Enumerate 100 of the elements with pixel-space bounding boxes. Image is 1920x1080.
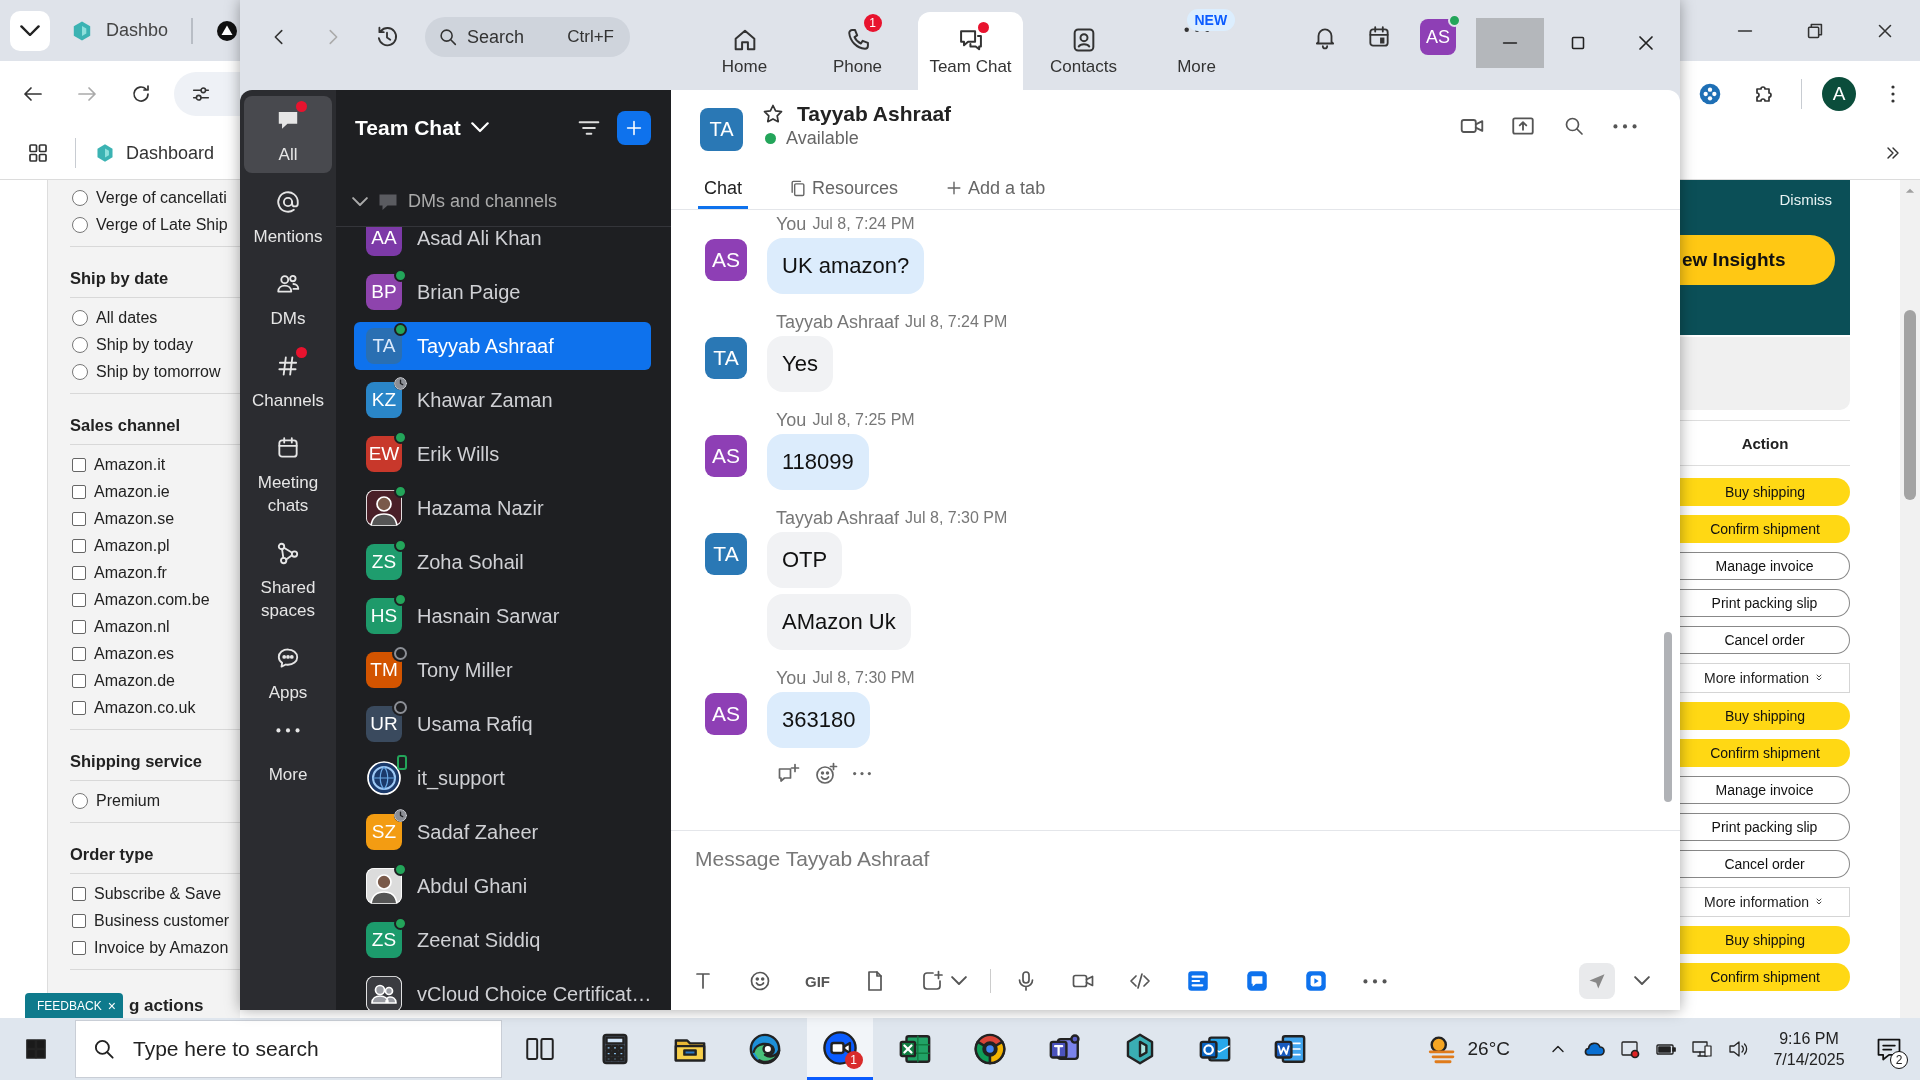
contact-item[interactable]: ZS Zeenat Siddiq [354, 916, 651, 964]
contact-item[interactable]: it_support [354, 754, 651, 802]
checkbox[interactable] [72, 538, 86, 553]
rail-item[interactable]: Channels [244, 342, 332, 419]
action-button[interactable]: Print packing slip [1680, 589, 1850, 617]
contact-item[interactable]: ZS Zoha Sohail [354, 538, 651, 586]
action-button[interactable]: Manage invoice [1680, 776, 1850, 804]
radio-button[interactable] [72, 309, 88, 326]
start-icon[interactable] [24, 1037, 48, 1061]
temperature[interactable]: 26°C [1467, 1038, 1510, 1060]
checkbox[interactable] [72, 592, 86, 607]
contact-item[interactable]: UR Usama Rafiq [354, 700, 651, 748]
contact-item[interactable]: vCloud Choice Certificat… [354, 970, 651, 1010]
more-icon[interactable] [1362, 977, 1388, 985]
nav-tab[interactable]: Home [692, 12, 797, 90]
tab-search-button[interactable] [10, 10, 50, 51]
contact-item[interactable]: SZ Sadaf Zaheer [354, 808, 651, 856]
rail-item[interactable]: All [244, 96, 332, 173]
nav-tab[interactable]: 1 Phone [805, 12, 910, 90]
chat-tab[interactable]: Resources [782, 170, 905, 209]
action-button[interactable]: Buy shipping [1680, 478, 1850, 506]
checkbox[interactable] [72, 646, 86, 661]
taskbar-search-field[interactable]: Type here to search [75, 1020, 502, 1078]
triangle-logo-icon[interactable] [215, 18, 239, 43]
insights-button[interactable]: ew Insights [1680, 235, 1835, 285]
screenshot-icon[interactable] [920, 969, 944, 993]
contact-item[interactable]: TA Tayyab Ashraaf [354, 322, 651, 370]
contact-item[interactable]: HS Hasnain Sarwar [354, 592, 651, 640]
checkbox[interactable] [72, 940, 86, 955]
clock-time[interactable]: 9:16 PM [1779, 1028, 1839, 1049]
add-reaction-icon[interactable] [814, 762, 838, 786]
scroll-thumb[interactable] [1904, 310, 1916, 500]
rail-item[interactable]: Shared spaces [244, 529, 332, 629]
more-information-button[interactable]: More information [1680, 663, 1850, 693]
nav-tab[interactable]: Team Chat [918, 12, 1023, 90]
contact-item[interactable]: Abdul Ghani [354, 862, 651, 910]
rail-item[interactable]: More [244, 716, 332, 793]
bookmark[interactable]: Dashboard [94, 142, 215, 164]
action-button[interactable]: Print packing slip [1680, 813, 1850, 841]
checkbox[interactable] [72, 457, 86, 472]
chat-tab[interactable]: Add a tab [938, 170, 1052, 209]
radio-button[interactable] [72, 189, 88, 206]
document-icon[interactable] [1272, 1032, 1307, 1066]
rail-item[interactable]: Meeting chats [244, 424, 332, 524]
action-button[interactable]: Cancel order [1680, 626, 1850, 654]
browser-icon[interactable] [972, 1032, 1007, 1066]
checkbox[interactable] [72, 673, 86, 688]
checkbox[interactable] [72, 565, 86, 580]
checkbox[interactable] [72, 619, 86, 634]
radio-button[interactable] [72, 363, 88, 380]
star-icon[interactable] [761, 102, 785, 126]
action-button[interactable]: Buy shipping [1680, 926, 1850, 954]
checkbox[interactable] [72, 484, 86, 499]
action-button[interactable]: Cancel order [1680, 850, 1850, 878]
user-avatar[interactable]: AS [1420, 19, 1456, 55]
nav-tab[interactable]: NEW More [1144, 12, 1249, 90]
contact-item[interactable]: TM Tony Miller [354, 646, 651, 694]
radio-button[interactable] [72, 336, 88, 353]
rail-item[interactable]: Apps [244, 634, 332, 711]
action-button[interactable]: Confirm shipment [1680, 963, 1850, 991]
new-chat-button[interactable] [617, 110, 651, 145]
checkbox[interactable] [72, 700, 86, 715]
dismiss-link[interactable]: Dismiss [1680, 188, 1850, 212]
emoji-icon[interactable] [748, 969, 772, 993]
feedback-tab[interactable]: FEEDBACK × [25, 993, 123, 1018]
gif-button[interactable]: GIF [805, 972, 830, 990]
document-app-icon[interactable] [1185, 968, 1211, 994]
spreadsheet-icon[interactable] [897, 1032, 932, 1066]
chat-tab[interactable]: Chat [698, 170, 749, 209]
action-button[interactable]: Confirm shipment [1680, 739, 1850, 767]
contact-item[interactable]: KZ Khawar Zaman [354, 376, 651, 424]
contact-item[interactable]: Hazama Nazir [354, 484, 651, 532]
close-icon[interactable]: × [107, 997, 116, 1014]
more-icon[interactable] [852, 771, 872, 777]
caret-icon[interactable] [1634, 976, 1650, 986]
scrollbar[interactable] [1900, 180, 1920, 1018]
browser-tab[interactable]: Dashbo [70, 10, 185, 51]
radio-button[interactable] [72, 792, 88, 809]
checkbox[interactable] [72, 913, 86, 928]
caret-icon[interactable] [951, 976, 967, 986]
more-icon[interactable] [1611, 122, 1638, 130]
channel-list-title[interactable]: Team Chat [355, 115, 489, 140]
browser-icon[interactable] [747, 1032, 782, 1066]
action-button[interactable]: Confirm shipment [1680, 515, 1850, 543]
rail-item[interactable]: DMs [244, 260, 332, 337]
contact-item[interactable]: AA Asad Ali Khan [354, 227, 651, 262]
rail-item[interactable]: Mentions [244, 178, 332, 255]
checkbox[interactable] [72, 886, 86, 901]
more-information-button[interactable]: More information [1680, 887, 1850, 917]
checkbox[interactable] [72, 511, 86, 526]
radio-button[interactable] [72, 216, 88, 233]
clock-date[interactable]: 7/14/2025 [1773, 1049, 1845, 1070]
extension-icon[interactable] [1697, 81, 1723, 107]
nav-tab[interactable]: Contacts [1031, 12, 1136, 90]
contact-item[interactable]: BP Brian Paige [354, 268, 651, 316]
taskbar-button[interactable]: 1 [806, 1018, 873, 1080]
profile-avatar[interactable]: A [1822, 77, 1856, 111]
apps-icon[interactable] [26, 141, 50, 165]
action-button[interactable]: Manage invoice [1680, 552, 1850, 580]
contact-item[interactable]: EW Erik Wills [354, 430, 651, 478]
